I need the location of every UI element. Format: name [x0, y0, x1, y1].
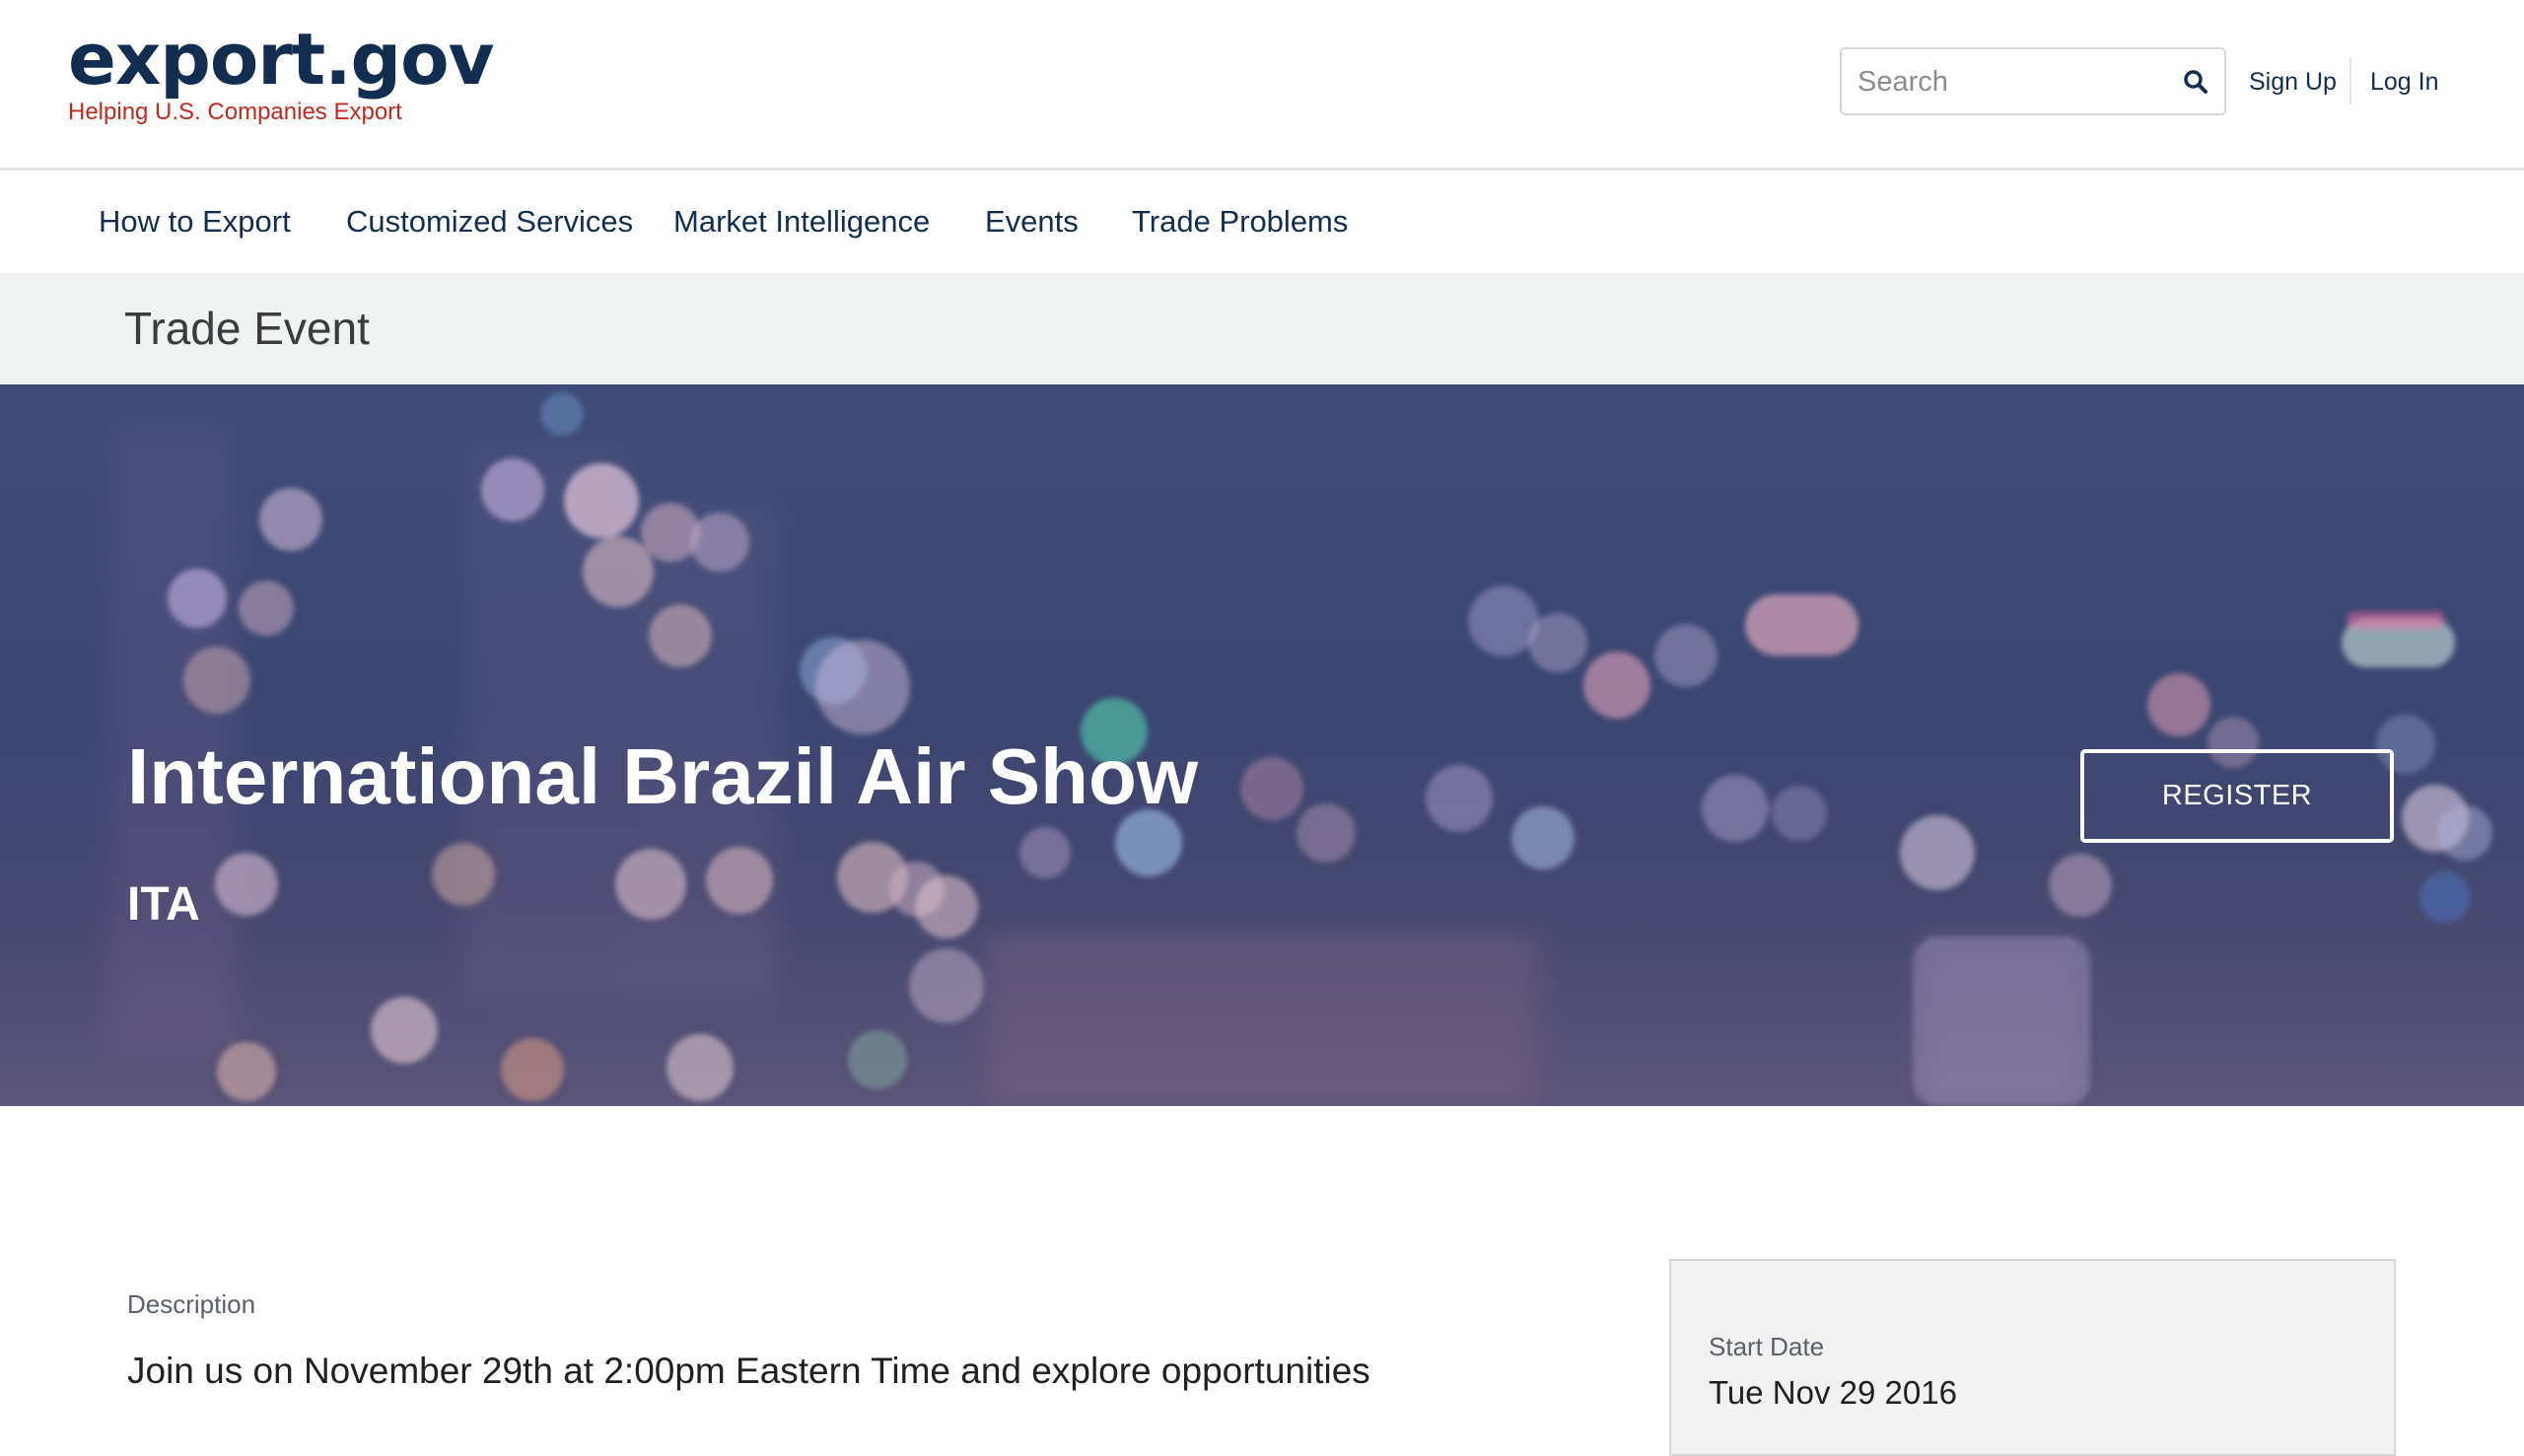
description-label: Description	[127, 1289, 256, 1319]
nav-market-intelligence[interactable]: Market Intelligence	[673, 202, 930, 242]
page-title-band: Trade Event	[0, 273, 2524, 384]
event-title: International Brazil Air Show	[127, 732, 1199, 820]
start-date-value: Tue Nov 29 2016	[1709, 1374, 1957, 1411]
nav-trade-problems[interactable]: Trade Problems	[1132, 202, 1348, 242]
search-input[interactable]	[1858, 59, 2173, 104]
event-organizer: ITA	[127, 878, 200, 931]
site-logo[interactable]: export.gov Helping U.S. Companies Export	[68, 18, 494, 126]
nav-customized-services[interactable]: Customized Services	[346, 202, 633, 242]
log-in-link[interactable]: Log In	[2370, 65, 2439, 99]
nav-events[interactable]: Events	[985, 202, 1079, 242]
page-title: Trade Event	[124, 303, 370, 354]
site-header: export.gov Helping U.S. Companies Export…	[0, 0, 2524, 171]
search-icon[interactable]	[2183, 69, 2208, 95]
sign-up-link[interactable]: Sign Up	[2249, 65, 2337, 99]
event-details-card: Start Date Tue Nov 29 2016	[1669, 1259, 2396, 1456]
nav-how-to-export[interactable]: How to Export	[99, 202, 291, 242]
description-text: Join us on November 29th at 2:00pm Easte…	[127, 1351, 1370, 1391]
logo-tagline: Helping U.S. Companies Export	[68, 99, 402, 125]
logo-wordmark: export.gov	[68, 18, 494, 101]
register-button[interactable]: REGISTER	[2080, 749, 2394, 843]
start-date-label: Start Date	[1709, 1332, 1825, 1361]
main-nav: How to Export Customized Services Market…	[0, 171, 2524, 273]
search-box	[1840, 47, 2226, 115]
auth-divider	[2349, 57, 2351, 104]
hero-banner: International Brazil Air Show ITA REGIST…	[0, 384, 2524, 1106]
